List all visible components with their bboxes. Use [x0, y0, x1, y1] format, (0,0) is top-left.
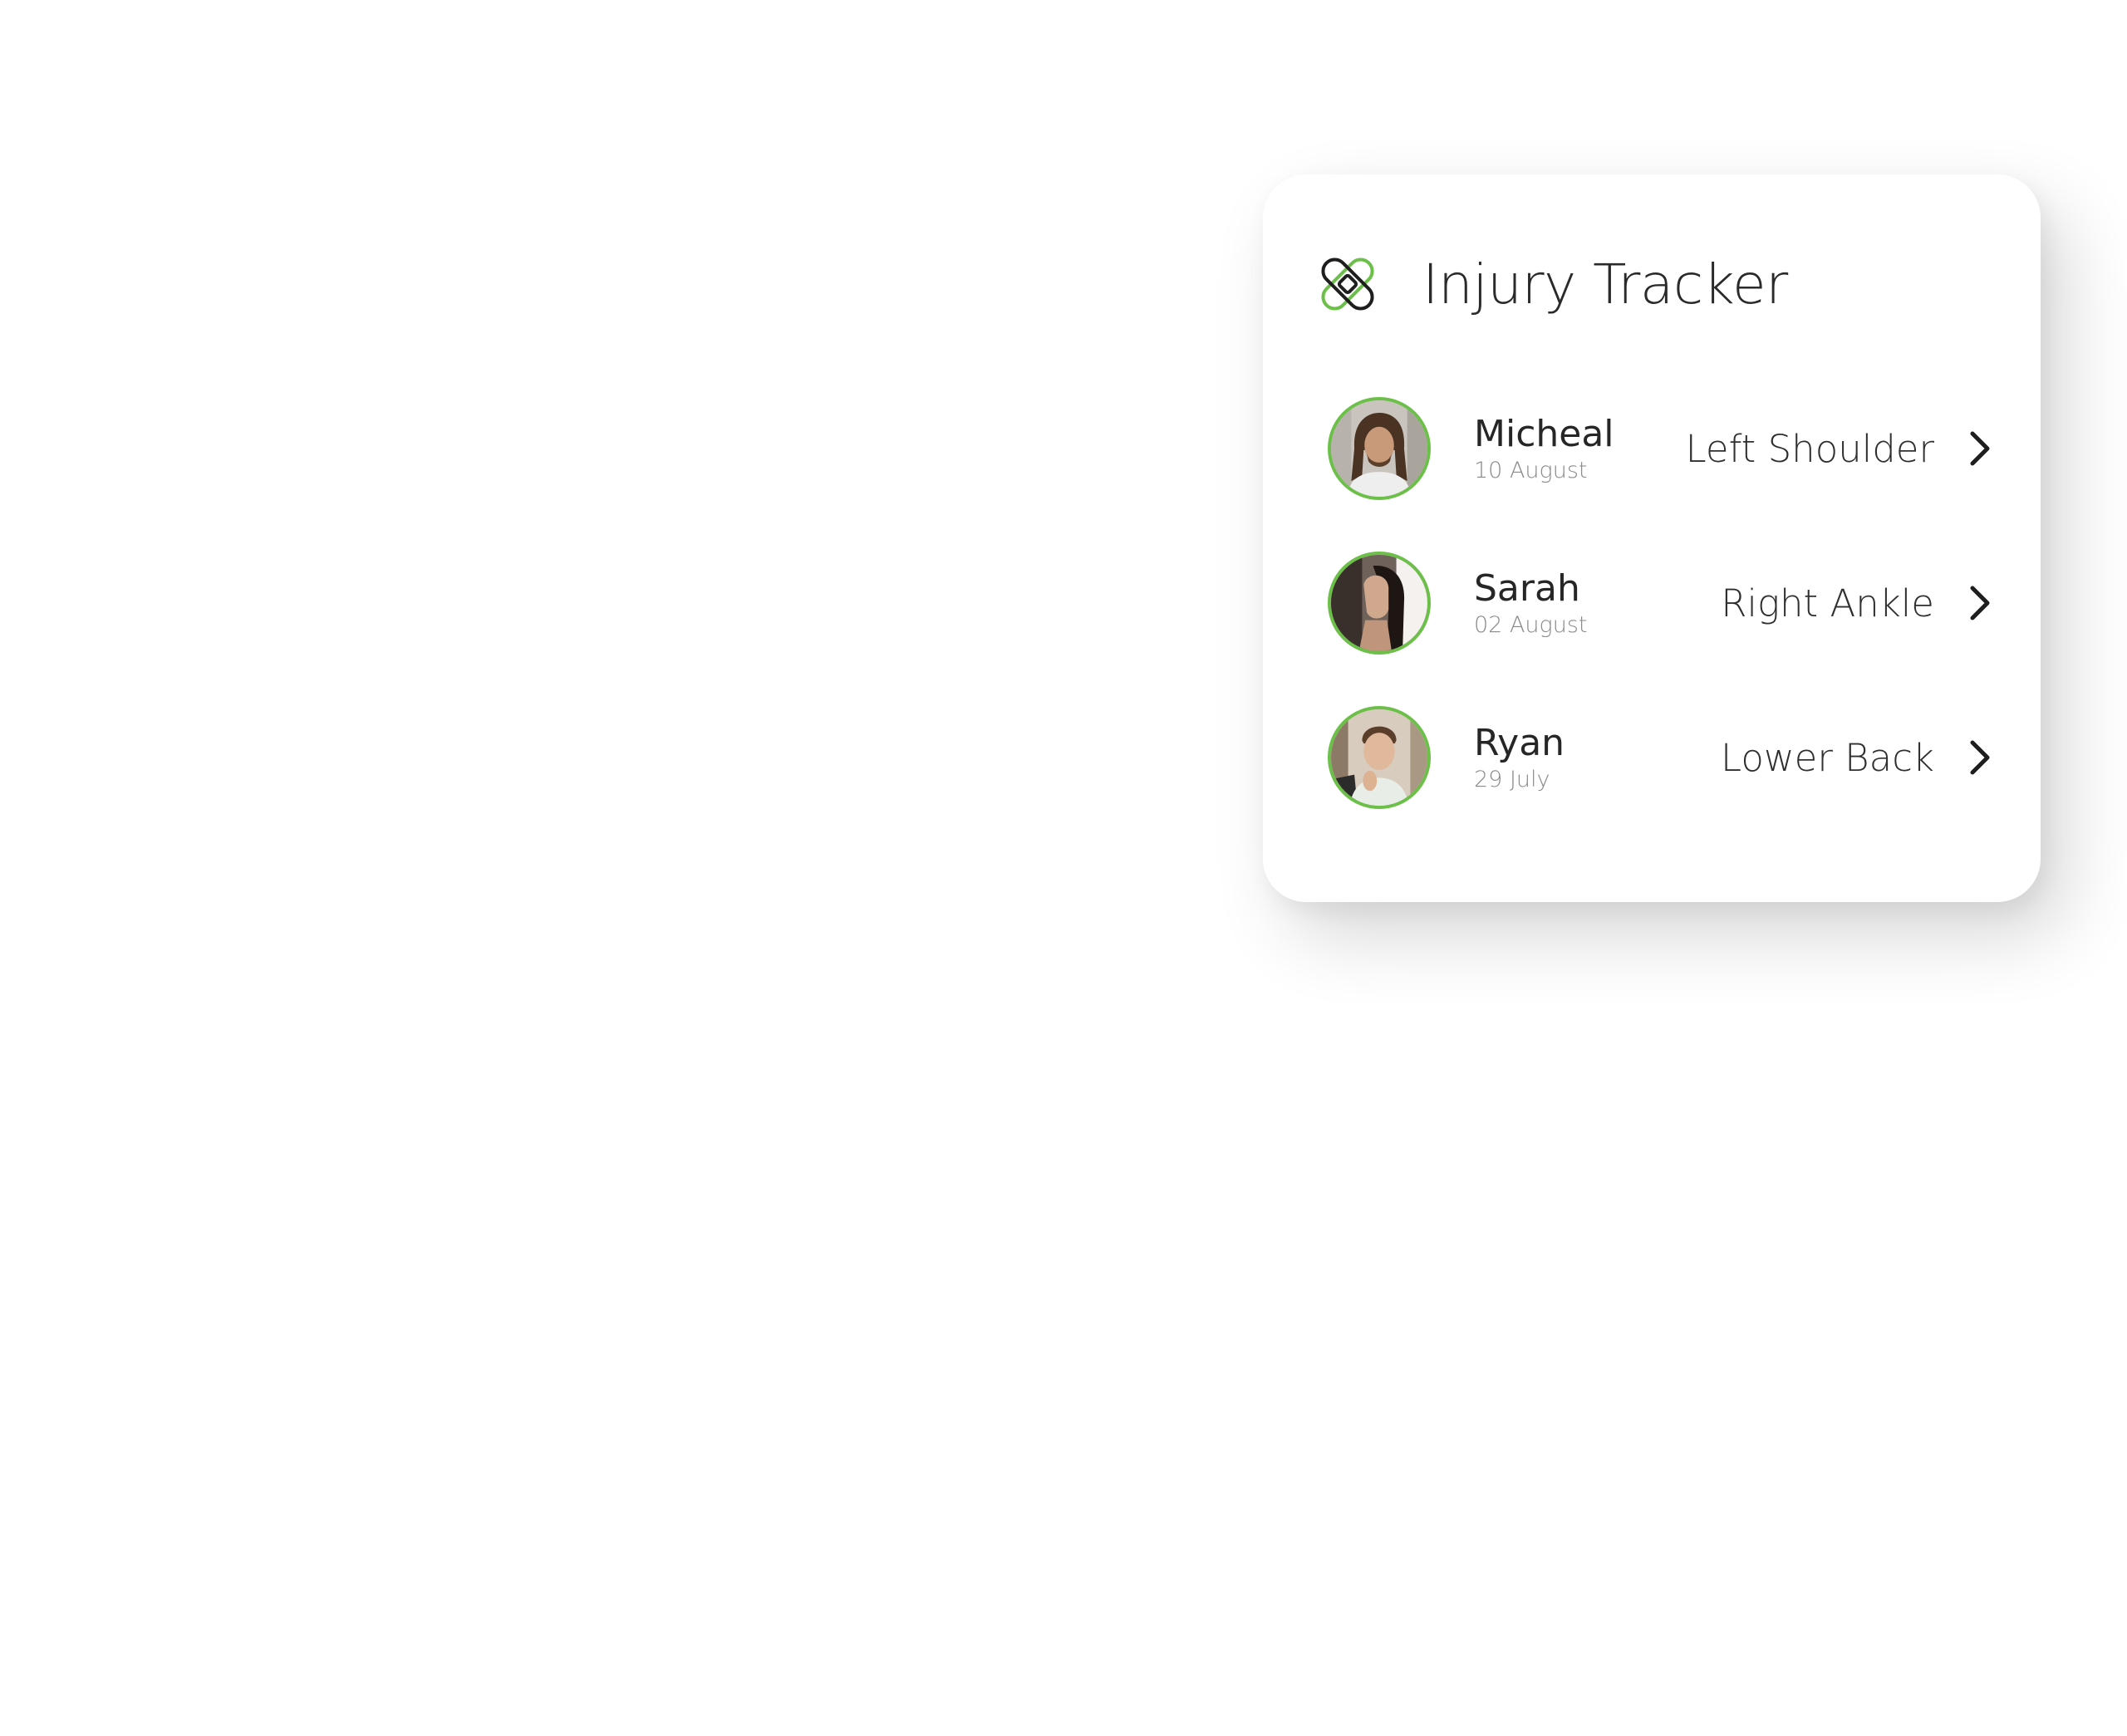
injury-location: Left Shoulder — [1685, 426, 1934, 471]
avatar — [1328, 552, 1431, 655]
person-name: Micheal — [1474, 412, 1614, 455]
injury-location: Lower Back — [1721, 735, 1934, 780]
chevron-right-icon[interactable] — [1964, 429, 1996, 468]
injury-location: Right Ankle — [1721, 581, 1934, 625]
injury-row[interactable]: Sarah 02 August Right Ankle — [1328, 549, 1996, 657]
injury-date: 02 August — [1474, 612, 1588, 639]
bandage-icon — [1321, 257, 1374, 311]
avatar — [1328, 397, 1431, 500]
injury-date: 29 July — [1474, 767, 1550, 793]
injury-date: 10 August — [1474, 458, 1588, 484]
injury-tracker-card: Injury Tracker Micheal 10 August Left Sh… — [1263, 174, 2041, 902]
chevron-right-icon[interactable] — [1964, 583, 1996, 623]
avatar — [1328, 706, 1431, 809]
card-header: Injury Tracker — [1314, 251, 1788, 317]
chevron-right-icon[interactable] — [1964, 738, 1996, 777]
injury-row[interactable]: Ryan 29 July Lower Back — [1328, 704, 1996, 812]
person-info: Sarah 02 August — [1474, 566, 1673, 639]
person-name: Sarah — [1474, 566, 1580, 610]
person-info: Micheal 10 August — [1474, 412, 1673, 484]
card-title: Injury Tracker — [1422, 252, 1788, 316]
injury-row[interactable]: Micheal 10 August Left Shoulder — [1328, 395, 1996, 503]
person-info: Ryan 29 July — [1474, 721, 1673, 793]
person-name: Ryan — [1474, 721, 1565, 764]
